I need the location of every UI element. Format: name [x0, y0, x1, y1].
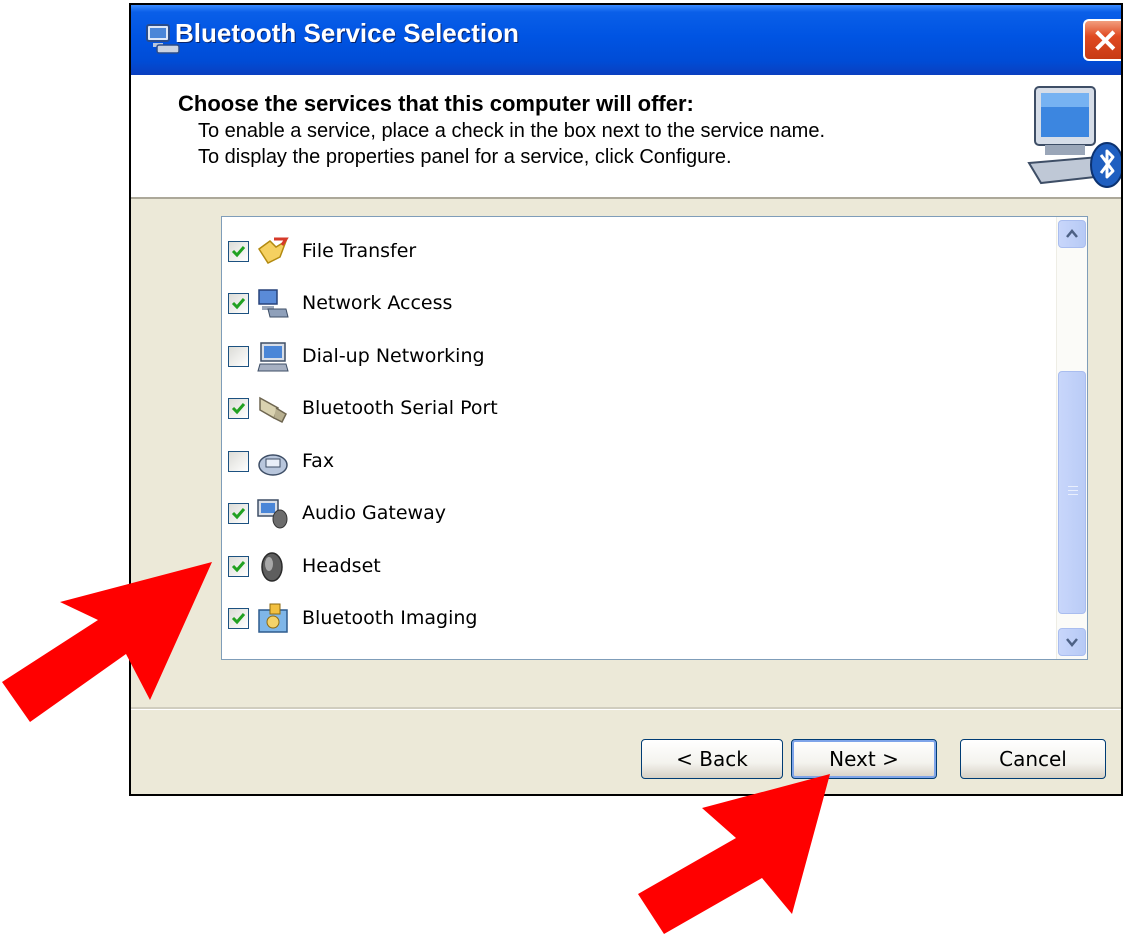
bluetooth-imaging-icon	[258, 603, 288, 633]
service-label: Audio Gateway	[302, 502, 446, 524]
services-list[interactable]: File Transfer Network Access Dial-up Net…	[221, 216, 1088, 660]
file-transfer-icon	[257, 237, 289, 264]
serial-port-icon	[259, 396, 287, 424]
scrollbar-thumb[interactable]	[1058, 371, 1086, 614]
checkmark-icon	[231, 403, 246, 415]
dialog-header: Choose the services that this computer w…	[131, 75, 1121, 199]
cancel-button[interactable]: Cancel	[960, 739, 1106, 779]
service-label: Bluetooth Serial Port	[302, 397, 498, 419]
footer-divider	[131, 707, 1121, 710]
scroll-down-button[interactable]	[1058, 628, 1086, 656]
headset-icon	[261, 552, 283, 582]
service-label: Fax	[302, 450, 335, 472]
service-label: Network Access	[302, 292, 453, 314]
checkmark-icon	[231, 561, 246, 573]
service-label: Headset	[302, 555, 381, 577]
grip-line	[1068, 490, 1078, 491]
network-access-icon	[258, 289, 289, 318]
service-checkbox[interactable]	[228, 398, 249, 419]
service-checkbox[interactable]	[228, 503, 249, 524]
header-instruction-2: To display the properties panel for a se…	[198, 146, 732, 168]
service-checkbox[interactable]	[228, 346, 249, 367]
grip-line	[1068, 494, 1078, 495]
checkmark-icon	[231, 246, 246, 258]
chevron-down-icon	[1066, 638, 1078, 647]
fax-icon	[258, 454, 288, 476]
service-label: File Transfer	[302, 240, 417, 262]
window-title: Bluetooth Service Selection	[175, 18, 519, 48]
header-heading: Choose the services that this computer w…	[178, 91, 694, 116]
header-instruction-1: To enable a service, place a check in th…	[198, 120, 826, 142]
grip-line	[1068, 486, 1078, 487]
vertical-scrollbar[interactable]	[1056, 217, 1087, 659]
close-icon: ×	[1091, 20, 1120, 60]
chevron-up-icon	[1066, 229, 1078, 238]
close-button[interactable]: ×	[1083, 19, 1121, 61]
checkmark-icon	[231, 508, 246, 520]
service-checkbox[interactable]	[228, 556, 249, 577]
bluetooth-computer-icon	[1027, 86, 1121, 188]
annotation-arrow-bottom	[638, 774, 830, 934]
service-checkbox[interactable]	[228, 608, 249, 629]
audio-gateway-icon	[257, 499, 288, 529]
service-label: Bluetooth Imaging	[302, 607, 478, 629]
annotation-arrow-left	[2, 562, 212, 722]
dialog-window: Bluetooth Service Selection × Choose the…	[129, 3, 1123, 796]
service-label: Dial-up Networking	[302, 345, 485, 367]
checkmark-icon	[231, 613, 246, 625]
dialup-networking-icon	[257, 342, 289, 372]
scroll-up-button[interactable]	[1058, 220, 1086, 248]
service-checkbox[interactable]	[228, 293, 249, 314]
service-checkbox[interactable]	[228, 241, 249, 262]
service-checkbox[interactable]	[228, 451, 249, 472]
checkmark-icon	[231, 298, 246, 310]
title-bar[interactable]: Bluetooth Service Selection ×	[131, 5, 1121, 75]
